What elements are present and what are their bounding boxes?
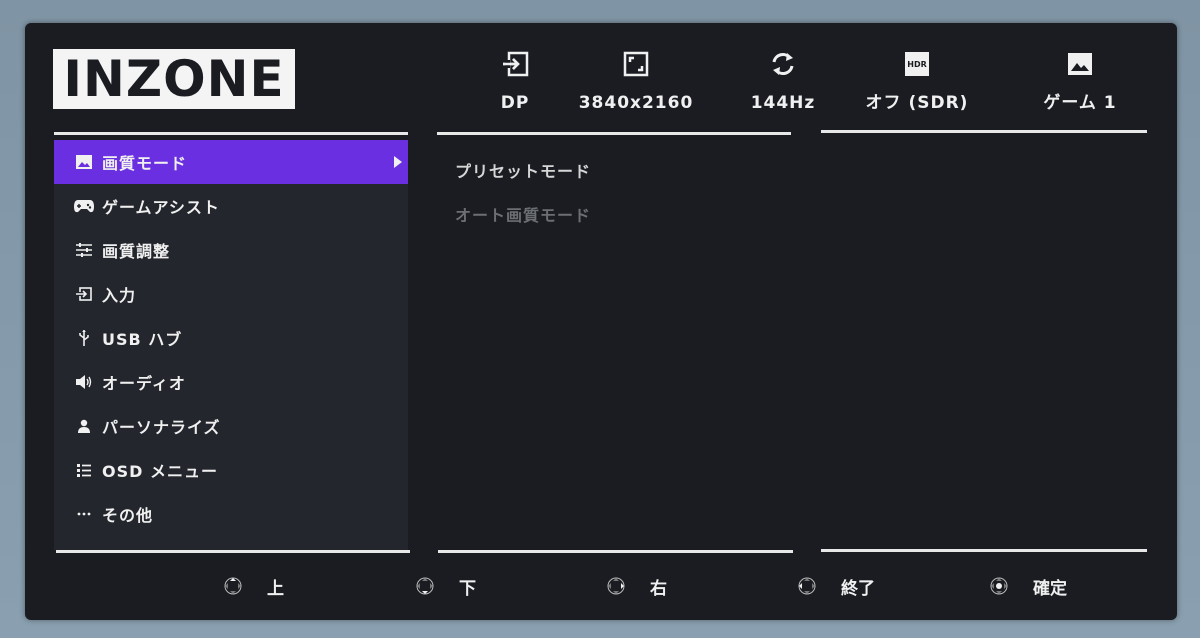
hdr-icon: HDR <box>902 49 932 79</box>
status-hdr-label: オフ (SDR) <box>865 93 969 113</box>
status-refresh-label: 144Hz <box>750 93 816 113</box>
footer-label: 終了 <box>841 578 875 599</box>
status-hdr: HDR オフ (SDR) <box>861 49 973 113</box>
footer-hint-confirm: 確定 <box>989 574 1067 599</box>
menu-item-label: OSD メニュー <box>102 462 218 481</box>
status-input: DP <box>465 49 565 113</box>
status-picture-mode: ゲーム 1 <box>1025 49 1135 113</box>
speaker-icon <box>74 373 94 391</box>
menu-item-label: 画質調整 <box>102 242 171 261</box>
input-icon <box>500 49 530 79</box>
footer-hint-up: 上 <box>223 574 284 599</box>
status-resolution: 3840x2160 <box>578 49 694 113</box>
dpad-up-icon <box>224 577 242 595</box>
menu-item-label: 入力 <box>102 286 137 305</box>
divider-bottom-left <box>56 550 410 553</box>
status-input-label: DP <box>500 93 530 113</box>
status-picture-mode-label: ゲーム 1 <box>1043 93 1117 113</box>
divider-top-middle <box>437 132 791 135</box>
divider-bottom-middle <box>438 550 793 553</box>
menu-item-label: ゲームアシスト <box>102 198 220 217</box>
gamepad-icon <box>74 197 94 215</box>
status-refresh-rate: 144Hz <box>740 49 826 113</box>
usb-icon <box>74 329 94 347</box>
menu-item-label: その他 <box>102 506 154 525</box>
dpad-left-icon <box>798 577 816 595</box>
menu-item-label: パーソナライズ <box>102 418 221 437</box>
divider-top-right <box>821 130 1147 133</box>
divider-bottom-right <box>821 549 1147 552</box>
menu-item-picture-adjust[interactable]: 画質調整 <box>54 228 408 272</box>
menu-item-usb-hub[interactable]: USB ハブ <box>54 316 408 360</box>
footer-hint-down: 下 <box>415 574 476 599</box>
logo-text: INZONE <box>63 50 285 108</box>
menu-item-picture-mode[interactable]: 画質モード <box>54 140 408 184</box>
hdr-icon-badge: HDR <box>905 52 929 76</box>
status-resolution-label: 3840x2160 <box>578 93 694 113</box>
menu-item-label: USB ハブ <box>102 330 183 349</box>
sliders-icon <box>74 241 94 259</box>
menu-item-other[interactable]: その他 <box>54 492 408 536</box>
footer-hint-right: 右 <box>606 574 667 599</box>
resolution-icon <box>621 49 651 79</box>
menu-item-input[interactable]: 入力 <box>54 272 408 316</box>
divider-top-left <box>54 132 408 135</box>
menu-item-label: 画質モード <box>102 154 188 173</box>
footer-label: 右 <box>650 578 667 599</box>
footer-label: 上 <box>267 578 284 599</box>
chevron-right-icon <box>394 156 402 168</box>
osd-window: INZONE DP 3840x2160 144Hz HDR オフ (SDR) ゲ… <box>25 23 1177 620</box>
menu-item-label: オーディオ <box>102 374 186 393</box>
footer-label: 確定 <box>1033 578 1067 599</box>
menu-item-audio[interactable]: オーディオ <box>54 360 408 404</box>
footer-hint-exit: 終了 <box>797 574 875 599</box>
list-icon <box>74 461 94 479</box>
menu-item-osd-menu[interactable]: OSD メニュー <box>54 448 408 492</box>
menu-item-game-assist[interactable]: ゲームアシスト <box>54 184 408 228</box>
main-menu: 画質モード ゲームアシスト 画質調整 入力 USB ハブ オーディオ パーソナラ… <box>54 140 408 550</box>
menu-item-personalize[interactable]: パーソナライズ <box>54 404 408 448</box>
input-icon <box>74 285 94 303</box>
picture-icon <box>74 153 94 171</box>
picture-mode-icon <box>1065 49 1095 79</box>
submenu-item-auto-picture-mode: オート画質モード <box>455 206 592 225</box>
person-icon <box>74 417 94 435</box>
ellipsis-icon <box>74 505 94 523</box>
dpad-down-icon <box>416 577 434 595</box>
inzone-logo: INZONE <box>53 49 295 109</box>
dpad-center-icon <box>990 577 1008 595</box>
footer-label: 下 <box>459 578 476 599</box>
submenu-item-preset-mode[interactable]: プリセットモード <box>455 158 591 182</box>
refresh-rate-icon <box>768 49 798 79</box>
dpad-right-icon <box>607 577 625 595</box>
